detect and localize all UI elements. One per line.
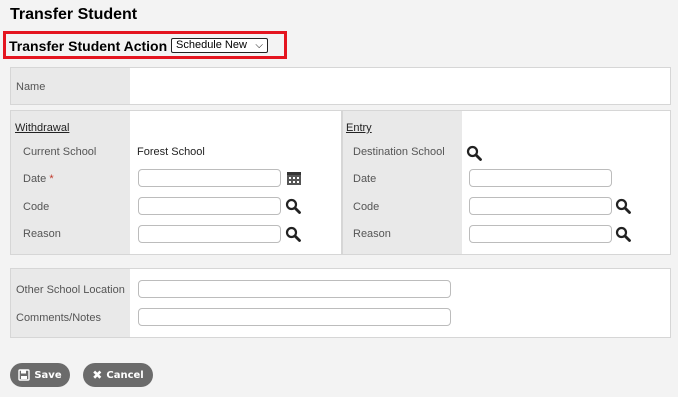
cancel-icon: ✖ bbox=[92, 368, 103, 382]
calendar-icon[interactable] bbox=[286, 170, 302, 186]
required-marker: * bbox=[49, 173, 54, 185]
withdrawal-code-label: Code bbox=[23, 201, 50, 213]
save-icon bbox=[18, 369, 31, 381]
entry-header: Entry bbox=[346, 122, 372, 134]
other-school-location-input[interactable] bbox=[138, 280, 451, 298]
entry-reason-input[interactable] bbox=[469, 225, 612, 243]
other-label-column bbox=[11, 269, 130, 337]
withdrawal-code-input[interactable] bbox=[138, 197, 281, 215]
current-school-value: Forest School bbox=[137, 146, 205, 158]
page-title: Transfer Student bbox=[10, 6, 138, 23]
transfer-action-label: Transfer Student Action : bbox=[9, 38, 176, 54]
withdrawal-reason-input[interactable] bbox=[138, 225, 281, 243]
comments-notes-label: Comments/Notes bbox=[16, 312, 101, 324]
save-button[interactable]: Save bbox=[10, 363, 70, 387]
withdrawal-date-input[interactable] bbox=[138, 169, 281, 187]
save-button-label: Save bbox=[34, 369, 62, 381]
withdrawal-header: Withdrawal bbox=[15, 122, 70, 134]
search-icon[interactable] bbox=[466, 145, 482, 161]
withdrawal-reason-label: Reason bbox=[23, 228, 61, 240]
withdrawal-date-label-text: Date bbox=[23, 173, 47, 185]
transfer-action-select[interactable]: Schedule New ⌵ bbox=[171, 38, 268, 53]
entry-code-input[interactable] bbox=[469, 197, 612, 215]
transfer-action-selected: Schedule New bbox=[176, 39, 247, 51]
entry-date-label: Date bbox=[353, 173, 377, 185]
name-label: Name bbox=[16, 81, 46, 93]
search-icon[interactable] bbox=[285, 198, 301, 214]
other-school-location-label: Other School Location bbox=[16, 284, 125, 296]
destination-school-label: Destination School bbox=[353, 146, 445, 158]
name-panel: Name bbox=[10, 67, 671, 105]
column-divider bbox=[341, 111, 342, 254]
entry-code-label: Code bbox=[353, 201, 380, 213]
cancel-button-label: Cancel bbox=[106, 369, 144, 381]
search-icon[interactable] bbox=[615, 198, 631, 214]
entry-date-input[interactable] bbox=[469, 169, 612, 187]
withdrawal-date-label: Date * bbox=[23, 173, 54, 185]
chevron-down-icon: ⌵ bbox=[255, 40, 263, 51]
other-details-panel: Other School Location Comments/Notes bbox=[10, 268, 671, 338]
cancel-button[interactable]: ✖ Cancel bbox=[83, 363, 153, 387]
transfer-details-panel: Withdrawal Current School Forest School … bbox=[10, 110, 671, 255]
current-school-label: Current School bbox=[23, 146, 97, 158]
search-icon[interactable] bbox=[285, 226, 301, 242]
search-icon[interactable] bbox=[615, 226, 631, 242]
comments-notes-input[interactable] bbox=[138, 308, 451, 326]
entry-reason-label: Reason bbox=[353, 228, 391, 240]
